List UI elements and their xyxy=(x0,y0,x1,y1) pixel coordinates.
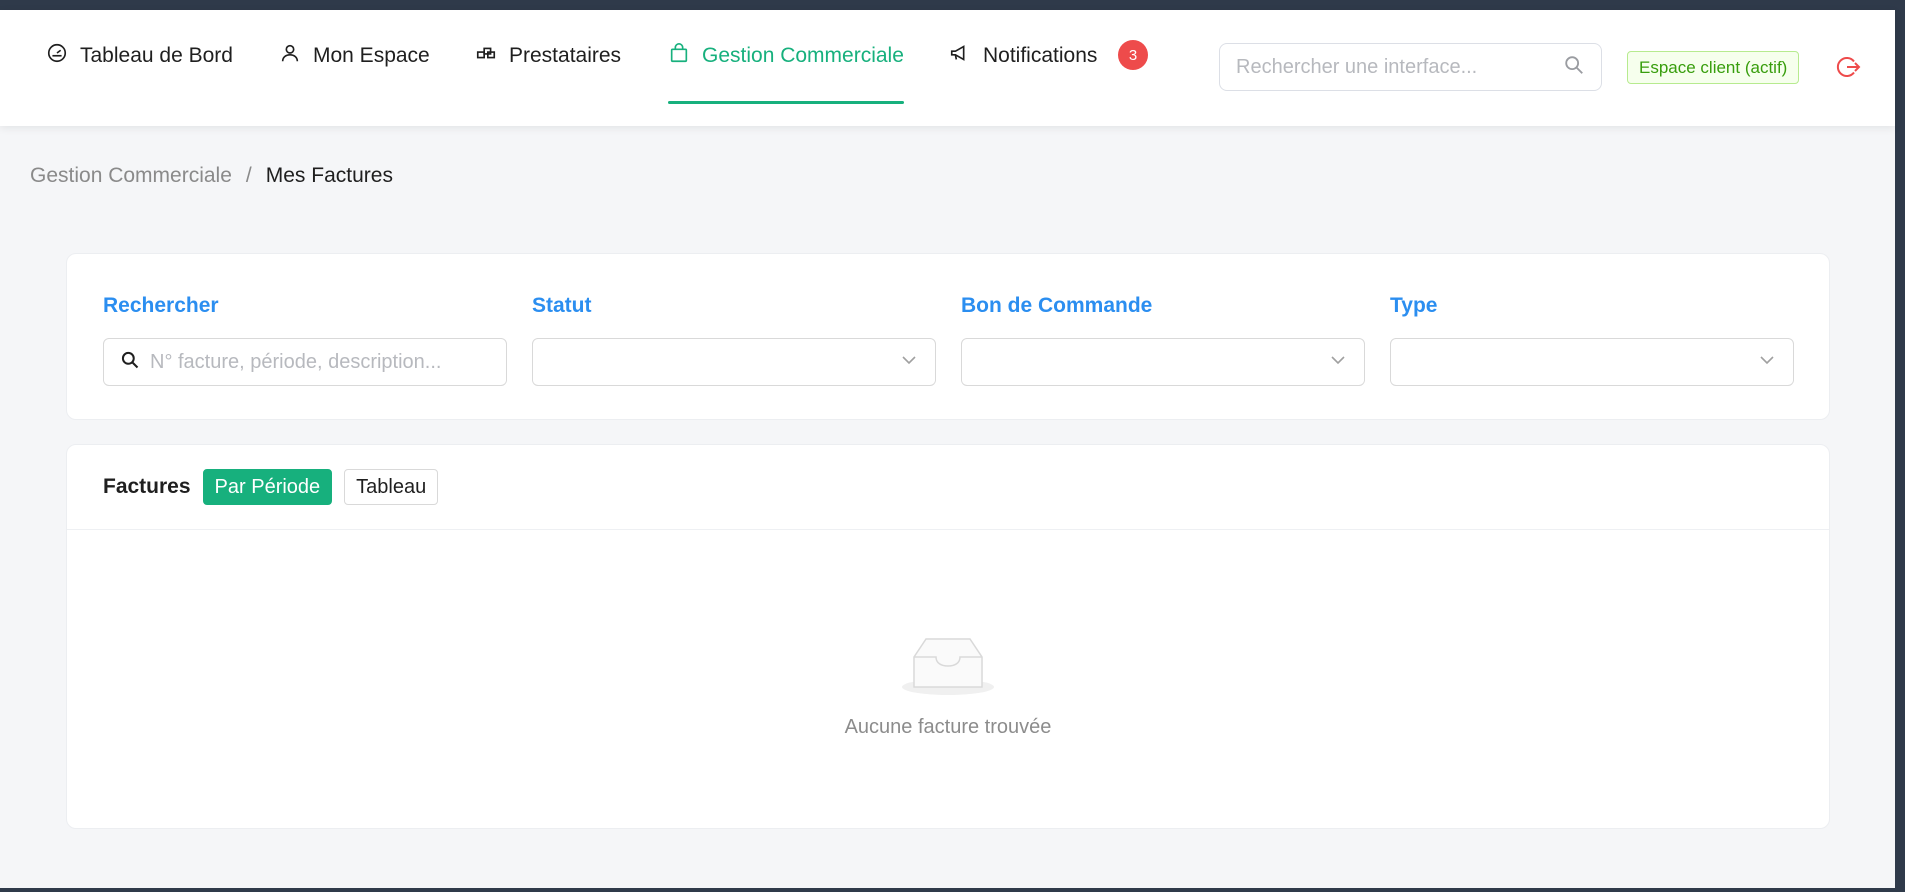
view-by-period-button[interactable]: Par Période xyxy=(202,469,333,505)
nav-item-label: Gestion Commerciale xyxy=(702,44,904,67)
nav-item-dashboard[interactable]: Tableau de Bord xyxy=(46,10,233,102)
nav-item-providers[interactable]: Prestataires xyxy=(475,10,621,102)
breadcrumb-parent[interactable]: Gestion Commerciale xyxy=(30,164,232,188)
breadcrumb-separator: / xyxy=(245,164,252,187)
status-select[interactable] xyxy=(532,338,936,386)
invoice-search-field xyxy=(103,338,507,386)
type-select[interactable] xyxy=(1390,338,1794,386)
invoice-search-input[interactable] xyxy=(150,350,490,374)
status-filter: Statut xyxy=(532,294,936,386)
search-icon xyxy=(120,350,140,375)
invoices-card-header: Factures Par Période Tableau xyxy=(67,445,1829,530)
providers-icon xyxy=(475,42,497,70)
nav-item-label: Mon Espace xyxy=(313,44,430,67)
notification-count-badge: 3 xyxy=(1118,40,1148,70)
empty-state: Aucune facture trouvée xyxy=(67,633,1829,739)
nav-item-label: Prestataires xyxy=(509,44,622,67)
interface-search-input[interactable] xyxy=(1236,55,1563,79)
shopping-bag-icon xyxy=(668,42,690,70)
user-icon xyxy=(279,42,301,70)
purchase-order-select[interactable] xyxy=(961,338,1365,386)
type-filter: Type xyxy=(1390,294,1794,386)
view-table-button[interactable]: Tableau xyxy=(344,469,439,505)
window-top-edge xyxy=(0,0,1905,10)
invoices-card: Factures Par Période Tableau Aucune fact… xyxy=(66,444,1830,829)
breadcrumb-current: Mes Factures xyxy=(265,164,393,187)
logout-icon[interactable] xyxy=(1834,53,1862,81)
invoices-title: Factures xyxy=(103,475,191,498)
nav-item-label: Tableau de Bord xyxy=(80,44,233,67)
breadcrumb: Gestion Commerciale / Mes Factures xyxy=(30,164,393,188)
nav-item-notifications[interactable]: Notifications xyxy=(949,10,1097,102)
window-bottom-edge xyxy=(0,888,1905,892)
type-filter-label: Type xyxy=(1390,294,1438,317)
top-navigation: Tableau de Bord Mon Espace Prestataires … xyxy=(0,10,1895,126)
chevron-down-icon xyxy=(899,350,919,375)
empty-inbox-icon xyxy=(900,633,996,702)
purchase-order-filter: Bon de Commande xyxy=(961,294,1365,386)
window-right-edge xyxy=(1895,0,1905,892)
search-filter-label: Rechercher xyxy=(103,294,219,317)
megaphone-icon xyxy=(949,42,971,70)
nav-item-commercial[interactable]: Gestion Commerciale xyxy=(668,10,904,104)
chevron-down-icon xyxy=(1757,350,1777,375)
nav-item-my-space[interactable]: Mon Espace xyxy=(279,10,430,102)
nav-item-label: Notifications xyxy=(983,44,1098,67)
filters-card: Rechercher Statut Bon de Commande Type xyxy=(66,253,1830,420)
status-filter-label: Statut xyxy=(532,294,592,317)
search-icon[interactable] xyxy=(1563,54,1585,81)
purchase-order-filter-label: Bon de Commande xyxy=(961,294,1153,317)
empty-state-text: Aucune facture trouvée xyxy=(844,716,1052,738)
chevron-down-icon xyxy=(1328,350,1348,375)
client-space-tag: Espace client (actif) xyxy=(1627,51,1800,84)
interface-search xyxy=(1219,43,1602,91)
search-filter: Rechercher xyxy=(103,294,507,386)
dashboard-icon xyxy=(46,42,68,70)
